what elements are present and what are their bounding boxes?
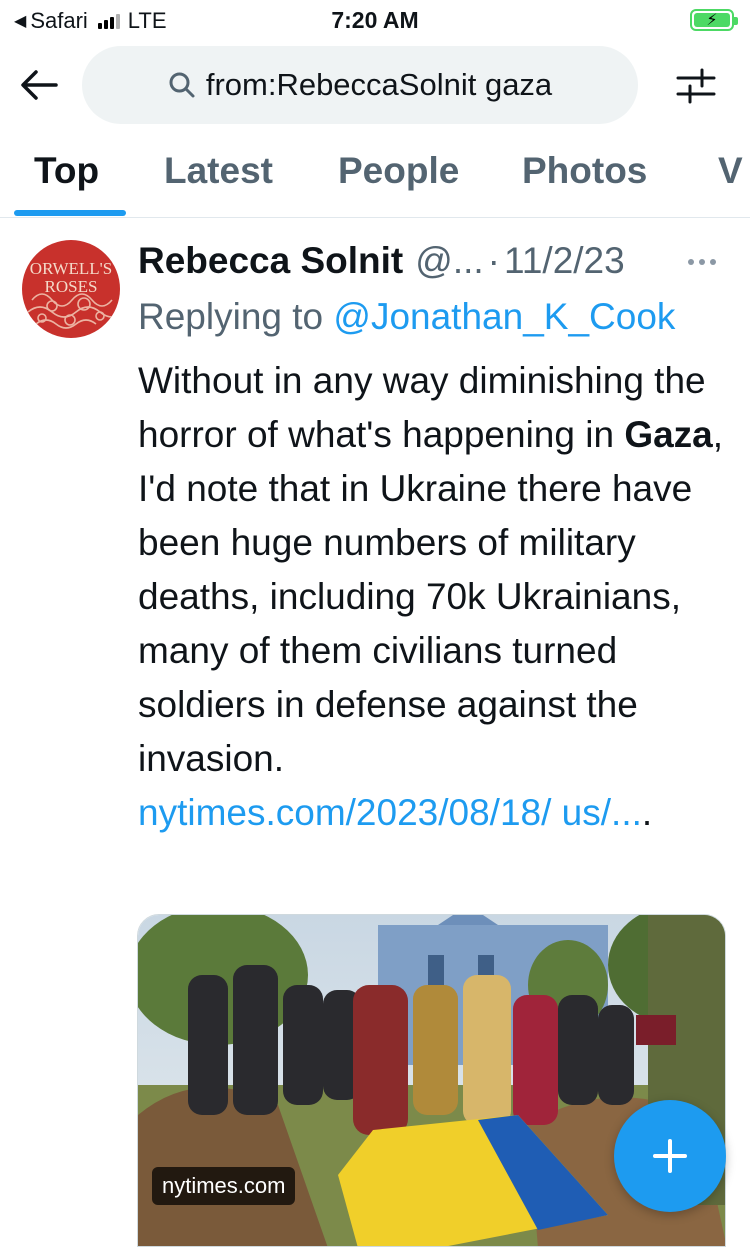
avatar[interactable]: ORWELL'S ROSES	[22, 240, 120, 338]
tab-photos[interactable]: Photos	[522, 150, 647, 192]
tab-people[interactable]: People	[338, 150, 459, 192]
tab-top[interactable]: Top	[34, 150, 99, 192]
search-tabs: Top Latest People Photos V	[0, 140, 750, 218]
author-handle[interactable]: @...	[415, 240, 483, 282]
card-domain-badge: nytimes.com	[152, 1167, 296, 1205]
back-arrow-icon	[21, 70, 58, 100]
tweet-text-highlight: Gaza	[624, 414, 713, 455]
status-bar: ◀ Safari LTE 7:20 AM ⚡	[0, 0, 750, 40]
tweet-text-part2: , I'd note that in Ukraine there have be…	[138, 414, 724, 779]
search-input[interactable]: from:RebeccaSolnit gaza	[82, 46, 638, 124]
tab-latest[interactable]: Latest	[164, 150, 273, 192]
replying-handle-link[interactable]: @Jonathan_K_Cook	[333, 296, 675, 337]
avatar-text-line1: ORWELL'S	[29, 259, 113, 278]
active-tab-indicator	[14, 210, 126, 216]
plus-icon	[653, 1139, 687, 1173]
tweet-text: Without in any way diminishing the horro…	[138, 354, 738, 840]
back-button[interactable]	[16, 62, 62, 108]
more-dots-icon	[688, 259, 694, 265]
clock: 7:20 AM	[331, 7, 419, 33]
replying-to: Replying to @Jonathan_K_Cook	[138, 296, 675, 338]
search-query: from:RebeccaSolnit gaza	[205, 67, 553, 102]
more-options-button[interactable]	[688, 256, 724, 268]
search-filter-button[interactable]	[674, 64, 718, 108]
replying-prefix: Replying to	[138, 296, 334, 337]
header-separator: ·	[487, 240, 500, 281]
tweet-date[interactable]: 11/2/23	[504, 240, 625, 282]
tweet-text-part1: Without in any way diminishing the horro…	[138, 360, 706, 455]
tweet-link[interactable]: nytimes.com/2023/08/18/ us/...	[138, 792, 642, 833]
compose-button[interactable]	[614, 1100, 726, 1212]
tweet-link-suffix: .	[641, 792, 653, 833]
search-header: from:RebeccaSolnit gaza	[0, 44, 750, 126]
battery-charging-icon: ⚡	[690, 9, 738, 31]
author-name[interactable]: Rebecca Solnit	[138, 240, 403, 282]
tweet-header: Rebecca Solnit @... · 11/2/23	[138, 240, 738, 284]
filter-sliders-icon	[676, 68, 716, 104]
avatar-text-line2: ROSES	[44, 277, 98, 296]
search-icon	[169, 72, 195, 98]
tweet[interactable]: ORWELL'S ROSES Rebecca Solnit @... · 11/…	[0, 220, 750, 1247]
tab-videos[interactable]: V	[718, 150, 743, 192]
